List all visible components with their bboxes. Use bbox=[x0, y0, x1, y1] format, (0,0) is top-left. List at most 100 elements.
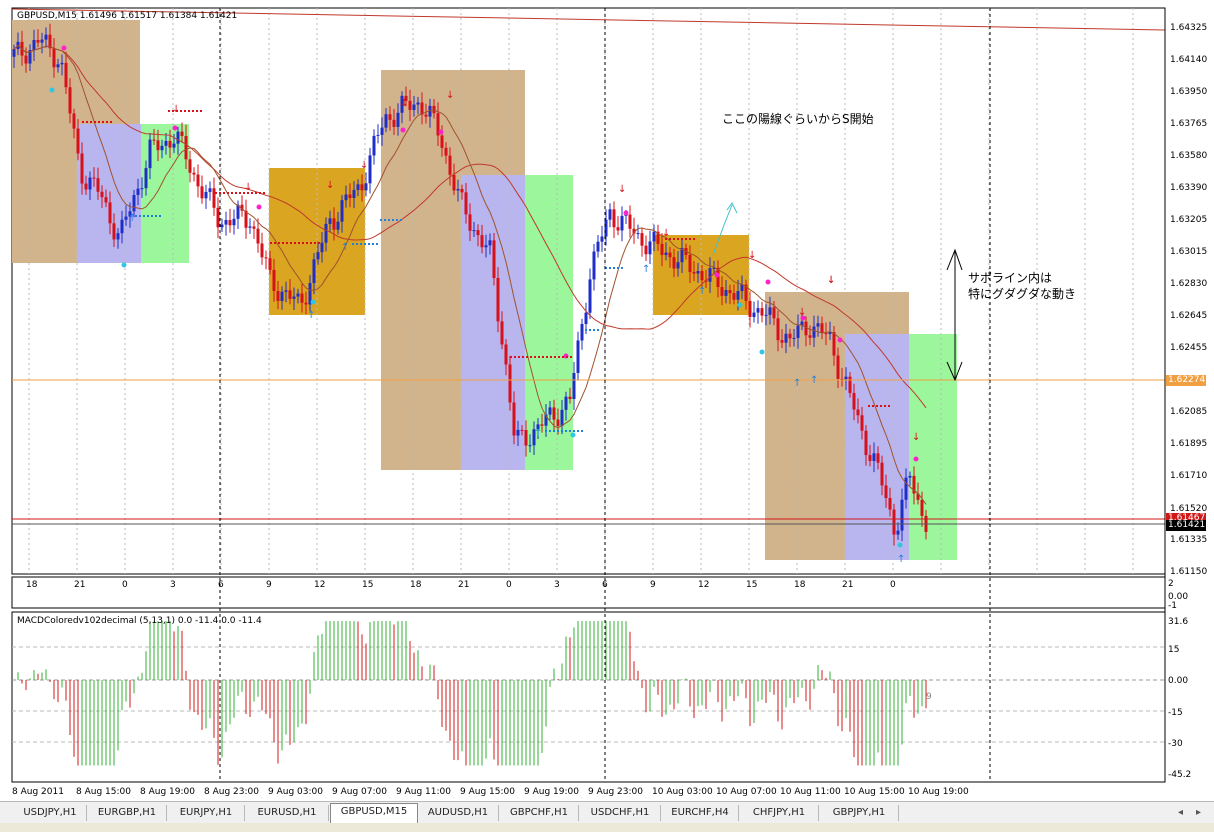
sell-arrow-icon: ↓ bbox=[912, 432, 920, 443]
candle-body bbox=[132, 194, 136, 212]
level-dot bbox=[294, 242, 296, 244]
buy-arrow-icon: ↑ bbox=[341, 242, 349, 253]
symbol-tab[interactable]: EURJPY,H1 bbox=[168, 805, 245, 821]
candle-body bbox=[392, 119, 396, 127]
candle-body bbox=[304, 302, 308, 305]
level-dot bbox=[392, 219, 394, 221]
candle-body bbox=[780, 340, 784, 343]
level-dot bbox=[553, 430, 555, 432]
level-dot bbox=[681, 238, 683, 240]
symbol-tab[interactable]: GBPUSD,M15 bbox=[330, 803, 418, 824]
level-dot bbox=[368, 243, 370, 245]
symbol-tab[interactable]: AUDUSD,H1 bbox=[418, 805, 499, 821]
symbol-tab[interactable]: USDJPY,H1 bbox=[14, 805, 87, 821]
candle-body bbox=[896, 530, 900, 535]
hour-tick-label: 15 bbox=[746, 580, 758, 590]
candle-body bbox=[628, 214, 632, 229]
hour-tick-label: 21 bbox=[458, 580, 470, 590]
signal-dot bbox=[714, 272, 720, 278]
time-tick-label: 9 Aug 23:00 bbox=[588, 787, 643, 797]
annotation-support-2: 特にグダグダな動き bbox=[968, 287, 1077, 301]
time-tick-label: 8 Aug 19:00 bbox=[140, 787, 195, 797]
candle-body bbox=[600, 236, 604, 242]
candle-body bbox=[768, 307, 772, 315]
level-dot bbox=[685, 238, 687, 240]
price-chart[interactable]: ↓↓ ↓↓↓↓↓↓↓↓↓↓↓↑↑↑↑↑↑↑ ↑↑ bbox=[0, 0, 1214, 800]
candle-body bbox=[644, 245, 648, 255]
candle-body bbox=[824, 333, 828, 335]
candle-body bbox=[636, 233, 640, 235]
level-dot bbox=[562, 356, 564, 358]
candle-body bbox=[388, 114, 392, 120]
level-dot bbox=[82, 121, 84, 123]
level-dot bbox=[872, 405, 874, 407]
candle-body bbox=[492, 240, 496, 278]
candle-body bbox=[220, 224, 224, 228]
candle-body bbox=[300, 293, 304, 303]
candle-body bbox=[568, 396, 572, 399]
level-dot bbox=[151, 215, 153, 217]
candle-body bbox=[696, 271, 700, 274]
hour-tick-label: 3 bbox=[170, 580, 176, 590]
candle-body bbox=[188, 159, 192, 173]
candle-body bbox=[364, 183, 368, 191]
level-dot bbox=[593, 329, 595, 331]
tab-scroll-left-icon[interactable]: ◂ bbox=[1178, 807, 1183, 818]
symbol-tab[interactable]: GBPCHF,H1 bbox=[500, 805, 579, 821]
symbol-tab[interactable]: EURUSD,H1 bbox=[246, 805, 329, 821]
level-dot bbox=[514, 356, 516, 358]
candle-body bbox=[760, 308, 764, 316]
candle-body bbox=[96, 178, 100, 192]
level-dot bbox=[231, 192, 233, 194]
level-dot bbox=[518, 356, 520, 358]
level-dot bbox=[290, 242, 292, 244]
level-dot bbox=[139, 215, 141, 217]
sell-arrow-icon: ↓ bbox=[827, 275, 835, 286]
level-dot bbox=[102, 121, 104, 123]
level-dot bbox=[589, 329, 591, 331]
level-dot bbox=[86, 121, 88, 123]
time-tick-label: 8 Aug 15:00 bbox=[76, 787, 131, 797]
symbol-tab[interactable]: USDCHF,H1 bbox=[580, 805, 661, 821]
candle-body bbox=[328, 218, 332, 224]
level-dot bbox=[557, 430, 559, 432]
candle-body bbox=[816, 323, 820, 327]
time-tick-label: 10 Aug 19:00 bbox=[908, 787, 969, 797]
level-dot bbox=[522, 356, 524, 358]
candle-body bbox=[920, 499, 924, 516]
macd-tick-label: 0.00 bbox=[1168, 676, 1189, 686]
level-dot bbox=[360, 243, 362, 245]
hour-tick-label: 18 bbox=[410, 580, 422, 590]
level-dot bbox=[510, 356, 512, 358]
session-box bbox=[77, 124, 141, 263]
level-dot bbox=[388, 219, 390, 221]
candle-body bbox=[672, 257, 676, 269]
symbol-tab[interactable]: GBPJPY,H1 bbox=[820, 805, 899, 821]
candle-body bbox=[576, 340, 580, 373]
candle-body bbox=[412, 104, 416, 110]
level-dot bbox=[155, 215, 157, 217]
signal-dot bbox=[737, 302, 743, 308]
candle-body bbox=[176, 131, 180, 144]
candle-body bbox=[284, 290, 288, 292]
candle-body bbox=[432, 105, 436, 114]
hour-tick-label: 3 bbox=[554, 580, 560, 590]
time-tick-label: 10 Aug 03:00 bbox=[652, 787, 713, 797]
tab-scroll-right-icon[interactable]: ▸ bbox=[1196, 807, 1201, 818]
time-tick-label: 8 Aug 2011 bbox=[12, 787, 64, 797]
symbol-tab[interactable]: EURCHF,H4 bbox=[662, 805, 739, 821]
candle-body bbox=[416, 102, 420, 105]
candle-body bbox=[272, 269, 276, 292]
candle-body bbox=[668, 252, 672, 258]
symbol-tab[interactable]: EURGBP,H1 bbox=[88, 805, 167, 821]
candle-body bbox=[620, 215, 624, 231]
hour-tick-label: 0 bbox=[122, 580, 128, 590]
candle-body bbox=[180, 131, 184, 136]
level-dot bbox=[98, 121, 100, 123]
level-dot bbox=[546, 356, 548, 358]
status-bar bbox=[0, 823, 1214, 832]
symbol-tab[interactable]: CHFJPY,H1 bbox=[740, 805, 819, 821]
level-dot bbox=[545, 430, 547, 432]
level-dot bbox=[263, 192, 265, 194]
candle-body bbox=[784, 333, 788, 343]
